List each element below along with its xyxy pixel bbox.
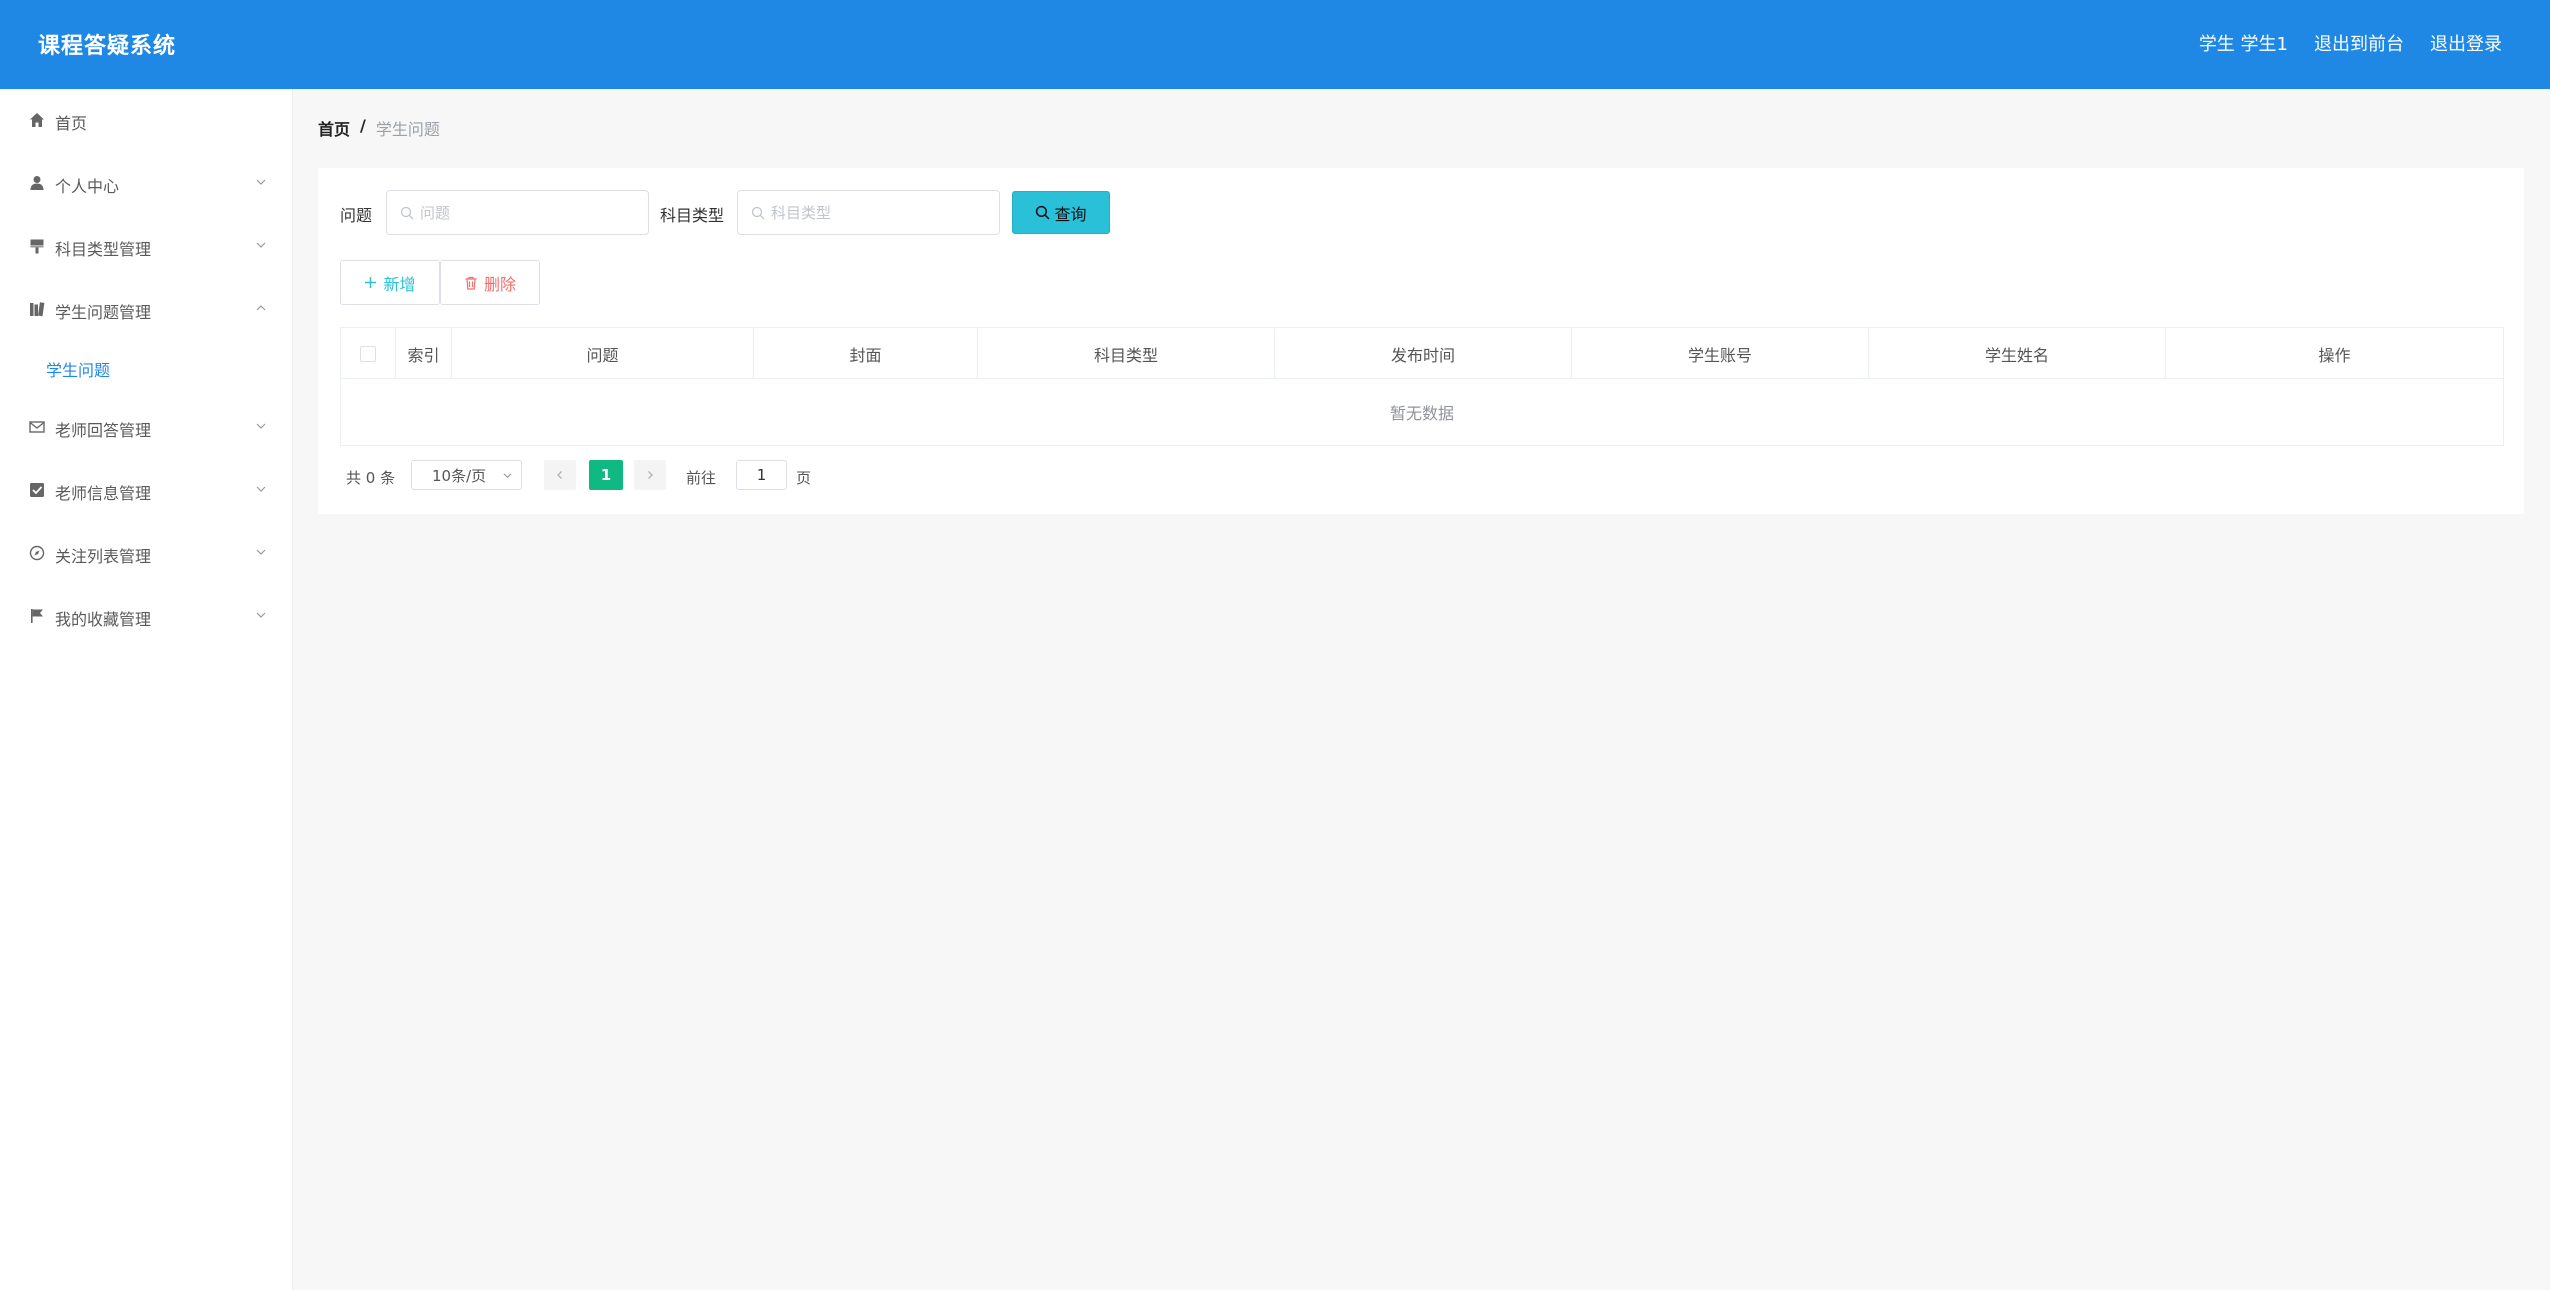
page-size-select[interactable]: 10条/页 [411,460,522,490]
breadcrumb: 首页 / 学生问题 [318,116,440,140]
user-icon [29,175,45,191]
sidebar-subitem-label: 学生问题 [46,361,111,380]
trash-icon [465,276,477,290]
plus-icon [365,277,377,288]
current-user-label: 学生 学生1 [2198,34,2288,55]
chevron-down-icon [256,486,266,492]
sidebar-item-teacher-answers[interactable]: 老师回答管理 [0,407,293,447]
mail-icon [29,419,45,435]
chevron-right-icon [648,471,653,479]
sidebar-item-label: 关注列表管理 [55,547,152,566]
brush-icon [29,238,45,254]
search-icon [751,206,765,220]
select-all-checkbox[interactable] [360,345,376,362]
sidebar-item-label: 首页 [55,114,88,133]
column-header: 问题 [452,328,754,379]
add-button[interactable]: 新增 [340,260,440,305]
query-button[interactable]: 查询 [1012,191,1110,234]
main-card: 问题 科目类型 查询 新增 删除 索引 问题 封面 科目类型 发布时间 学生账号… [318,168,2524,514]
column-header: 发布时间 [1275,328,1572,379]
column-header: 科目类型 [978,328,1275,379]
column-header: 学生账号 [1572,328,1869,379]
select-all-cell [341,328,396,379]
questions-table: 索引 问题 封面 科目类型 发布时间 学生账号 学生姓名 操作 暂无数据 [340,327,2504,446]
chevron-down-icon [256,423,266,429]
column-header: 索引 [396,328,452,379]
page-size-value: 10条/页 [432,466,487,485]
sidebar-item-home[interactable]: 首页 [0,100,293,140]
sidebar-item-profile[interactable]: 个人中心 [0,163,293,203]
next-page-button[interactable] [634,460,666,490]
sidebar-item-label: 个人中心 [55,177,120,196]
sidebar-item-label: 我的收藏管理 [55,610,152,629]
sidebar-item-label: 老师信息管理 [55,484,152,503]
chevron-down-icon [256,612,266,618]
sidebar-item-my-favorites[interactable]: 我的收藏管理 [0,596,293,636]
search-icon [1036,205,1050,220]
goto-label: 前往 [686,469,717,487]
search-icon [400,206,414,220]
sidebar-item-teacher-info[interactable]: 老师信息管理 [0,470,293,510]
chevron-down-icon [256,242,266,248]
app-title: 课程答疑系统 [38,34,177,59]
sidebar-item-label: 科目类型管理 [55,240,152,259]
sidebar-item-subject-types[interactable]: 科目类型管理 [0,226,293,266]
breadcrumb-home[interactable]: 首页 [318,116,350,140]
breadcrumb-current: 学生问题 [375,120,440,139]
delete-button[interactable]: 删除 [440,260,540,305]
sidebar-item-label: 老师回答管理 [55,421,152,440]
page-number-button[interactable]: 1 [589,460,623,490]
pagination-total: 共 0 条 [346,469,396,487]
subject-type-search-input[interactable] [771,202,971,224]
sidebar: 首页 个人中心 科目类型管理 学生问题管理 学生问题 老师回答管理 老师信息管理… [0,89,293,1290]
chevron-down-icon [503,473,512,479]
delete-button-label: 删除 [483,274,516,294]
question-search-label: 问题 [340,206,373,225]
sidebar-item-student-questions[interactable]: 学生问题管理 [0,289,293,329]
top-header: 课程答疑系统 学生 学生1 退出到前台 退出登录 [0,0,2550,89]
books-icon [29,301,45,317]
flag-icon [29,608,45,624]
chevron-down-icon [256,549,266,555]
logout-link[interactable]: 退出登录 [2430,30,2502,56]
subject-type-search-field [737,190,1000,235]
back-to-frontend-link[interactable]: 退出到前台 [2314,30,2404,56]
chevron-up-icon [256,305,266,311]
compass-icon [29,545,45,561]
add-button-label: 新增 [383,274,416,294]
subject-type-search-label: 科目类型 [660,206,725,225]
column-header: 学生姓名 [1869,328,2166,379]
column-header: 操作 [2318,345,2351,365]
sidebar-item-label: 学生问题管理 [55,303,152,322]
question-search-field [386,190,649,235]
chevron-left-icon [557,471,562,479]
sidebar-subitem-student-questions[interactable]: 学生问题 [0,347,293,387]
sidebar-item-follow-list[interactable]: 关注列表管理 [0,533,293,573]
goto-page-input[interactable] [736,460,787,490]
home-icon [29,112,45,128]
column-header: 封面 [754,328,978,379]
prev-page-button[interactable] [544,460,576,490]
table-header: 索引 问题 封面 科目类型 发布时间 学生账号 学生姓名 操作 [341,328,2503,379]
page-suffix-label: 页 [796,469,812,487]
breadcrumb-separator: / [360,116,366,135]
question-search-input[interactable] [420,202,620,224]
checkbox-icon [29,482,45,498]
header-user-area: 学生 学生1 退出到前台 退出登录 [2199,30,2502,56]
chevron-down-icon [256,179,266,185]
query-button-label: 查询 [1054,204,1087,224]
table-empty-text: 暂无数据 [1389,404,1454,423]
